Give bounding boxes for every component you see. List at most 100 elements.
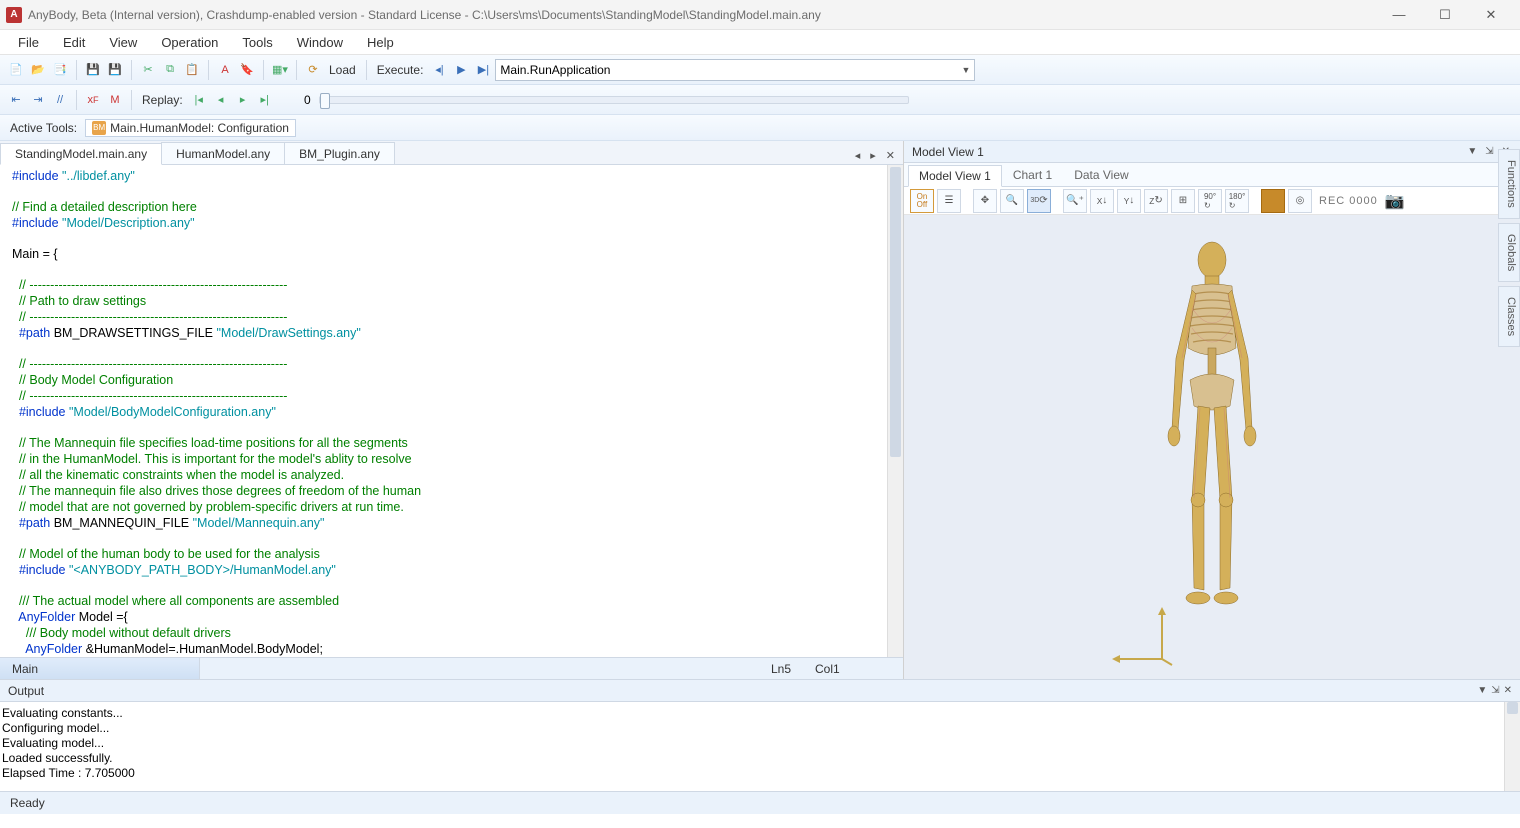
step-back-icon[interactable]: ◂| (429, 60, 449, 80)
tab-close-icon[interactable]: ✕ (882, 147, 899, 164)
rotate90-icon[interactable]: 90°↻ (1198, 189, 1222, 213)
font-button[interactable]: A (215, 60, 235, 80)
load-icon[interactable]: ⟳ (303, 60, 323, 80)
wireframe-icon[interactable]: ◎ (1288, 189, 1312, 213)
view-x-icon[interactable]: X↓ (1090, 189, 1114, 213)
output-close-icon[interactable]: ✕ (1504, 685, 1512, 696)
output-title: Output (8, 684, 44, 698)
sidetab-classes[interactable]: Classes (1498, 286, 1520, 347)
scrollbar-thumb[interactable] (890, 167, 901, 457)
zoom-extents-icon[interactable]: 🔍⁺ (1063, 189, 1087, 213)
modelview-pane: Model View 1 ▼ ⇲ ✕ Model View 1 Chart 1 … (904, 141, 1520, 679)
editor-statusbar: Main Ln 5 Col 1 (0, 657, 903, 679)
editor-tab-humanmodel[interactable]: HumanModel.any (161, 142, 285, 164)
replay-label: Replay: (138, 93, 187, 107)
zoom-icon[interactable]: 🔍 (1000, 189, 1024, 213)
close-button[interactable]: ✕ (1468, 0, 1514, 30)
toggle-f-icon[interactable]: xF (83, 90, 103, 110)
camera-icon[interactable]: 📷 (1385, 191, 1405, 211)
replay-first-icon[interactable]: |◂ (189, 90, 209, 110)
window-statusbar: Ready (0, 791, 1520, 814)
code-editor[interactable]: #include "../libdef.any" // Find a detai… (0, 165, 903, 657)
output-line: Elapsed Time : 7.705000 (2, 766, 1518, 781)
output-panel: Output ▼ ⇲ ✕ Evaluating constants... Con… (0, 679, 1520, 791)
rec-indicator: REC 0000 (1315, 195, 1382, 207)
editor-tab-standingmodel[interactable]: StandingModel.main.any (0, 143, 162, 165)
window-titlebar: A AnyBody, Beta (Internal version), Cras… (0, 0, 1520, 30)
separator (131, 60, 132, 80)
output-pin-icon[interactable]: ⇲ (1491, 685, 1499, 696)
new-file-icon[interactable]: 📄 (6, 60, 26, 80)
editor-scrollbar[interactable] (887, 165, 903, 657)
output-menu-icon[interactable]: ▼ (1477, 685, 1487, 696)
panel-pin-icon[interactable]: ⇲ (1483, 146, 1495, 157)
separator (366, 60, 367, 80)
load-label[interactable]: Load (325, 63, 360, 77)
comment-icon[interactable]: // (50, 90, 70, 110)
indent-left-icon[interactable]: ⇤ (6, 90, 26, 110)
menu-window[interactable]: Window (285, 32, 355, 53)
output-line: Evaluating model... (2, 736, 1518, 751)
toggle-m-icon[interactable]: M (105, 90, 125, 110)
indent-right-icon[interactable]: ⇥ (28, 90, 48, 110)
view-z-icon[interactable]: Z↻ (1144, 189, 1168, 213)
code-content: #include "../libdef.any" // Find a detai… (12, 169, 887, 657)
replay-prev-icon[interactable]: ◂ (211, 90, 231, 110)
scope-indicator[interactable]: Main (0, 658, 200, 679)
minimize-button[interactable]: — (1376, 0, 1422, 30)
active-tools-label: Active Tools: (10, 121, 77, 135)
tab-next-icon[interactable]: ▸ (866, 147, 880, 164)
copy-icon[interactable]: ⧉ (160, 60, 180, 80)
3d-viewport[interactable] (904, 215, 1520, 679)
active-tool-text: Main.HumanModel: Configuration (110, 121, 289, 135)
shaded-icon[interactable] (1261, 189, 1285, 213)
step-forward-icon[interactable]: ▶| (473, 60, 493, 80)
rotate180-icon[interactable]: 180°↻ (1225, 189, 1249, 213)
output-scrollbar[interactable] (1504, 702, 1520, 791)
tab-chart1[interactable]: Chart 1 (1002, 164, 1063, 186)
open-file-icon[interactable]: 📂 (28, 60, 48, 80)
menu-tools[interactable]: Tools (230, 32, 284, 53)
editor-tab-bmplugin[interactable]: BM_Plugin.any (284, 142, 395, 164)
separator (131, 90, 132, 110)
replay-next-icon[interactable]: ▸ (233, 90, 253, 110)
sidetab-functions[interactable]: Functions (1498, 149, 1520, 219)
menu-help[interactable]: Help (355, 32, 406, 53)
save-icon[interactable]: 💾 (83, 60, 103, 80)
run-icon[interactable]: ▶ (451, 60, 471, 80)
app-icon: A (6, 7, 22, 23)
tab-label: HumanModel.any (176, 147, 270, 161)
axes-gizmo (1112, 605, 1176, 669)
output-body[interactable]: Evaluating constants... Configuring mode… (0, 702, 1520, 791)
separator (76, 90, 77, 110)
scrollbar-thumb[interactable] (1507, 702, 1518, 714)
run-target-dropdown[interactable]: Main.RunApplication ▼ (495, 59, 975, 81)
save-all-icon[interactable]: 💾 (105, 60, 125, 80)
menu-file[interactable]: File (6, 32, 51, 53)
active-tool-chip[interactable]: BM Main.HumanModel: Configuration (85, 119, 296, 137)
view-y-icon[interactable]: Y↓ (1117, 189, 1141, 213)
paste-icon[interactable]: 📋 (182, 60, 202, 80)
properties-icon[interactable]: ☰ (937, 189, 961, 213)
slider-thumb[interactable] (320, 93, 330, 109)
menu-edit[interactable]: Edit (51, 32, 97, 53)
view-xy-icon[interactable]: ⊞ (1171, 189, 1195, 213)
onoff-button[interactable]: OnOff (910, 189, 934, 213)
add-file-icon[interactable]: 📑 (50, 60, 70, 80)
cut-icon[interactable]: ✂ (138, 60, 158, 80)
replay-last-icon[interactable]: ▸| (255, 90, 275, 110)
replay-slider[interactable] (319, 96, 909, 104)
rotate3d-icon[interactable]: 3D⟳ (1027, 189, 1051, 213)
tab-modelview1[interactable]: Model View 1 (908, 165, 1002, 187)
pan-icon[interactable]: ✥ (973, 189, 997, 213)
window-layout-icon[interactable]: ▦▾ (270, 60, 290, 80)
tab-label: BM_Plugin.any (299, 147, 380, 161)
bookmark-icon[interactable]: 🔖 (237, 60, 257, 80)
tab-prev-icon[interactable]: ◂ (851, 147, 865, 164)
menu-view[interactable]: View (97, 32, 149, 53)
panel-menu-icon[interactable]: ▼ (1465, 146, 1479, 157)
menu-operation[interactable]: Operation (149, 32, 230, 53)
sidetab-globals[interactable]: Globals (1498, 223, 1520, 282)
maximize-button[interactable]: ☐ (1422, 0, 1468, 30)
tab-dataview[interactable]: Data View (1063, 164, 1139, 186)
